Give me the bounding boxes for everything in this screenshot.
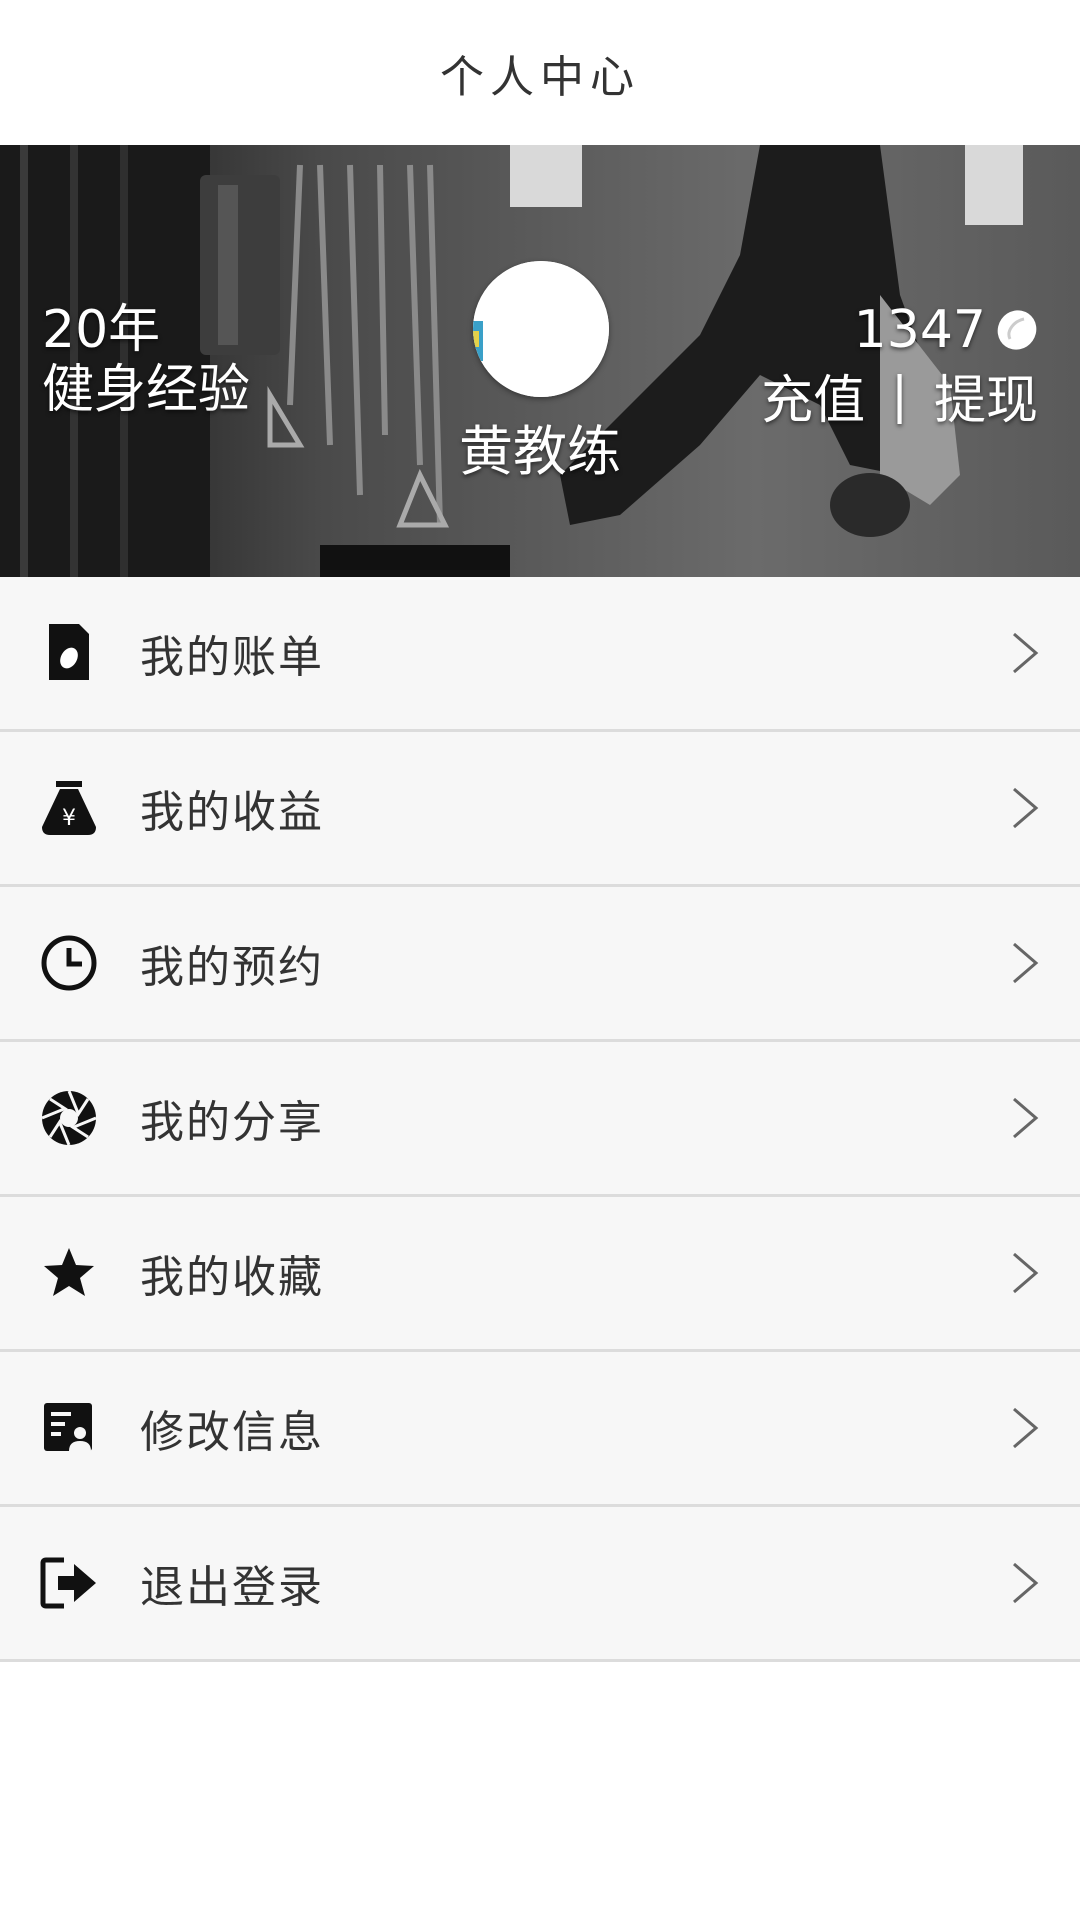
money-bag-icon: ¥ (40, 779, 98, 837)
personal-center-page: 个人中心 20年 健身经验 黄教练 1347 充值 | 提现 我的账单 ¥ 我的… (0, 0, 1080, 1920)
menu-item-edit-info[interactable]: 修改信息 (0, 1352, 1080, 1507)
chevron-right-icon (1013, 1252, 1039, 1294)
menu-item-appointments[interactable]: 我的预约 (0, 887, 1080, 1042)
menu-item-label: 退出登录 (140, 1562, 324, 1613)
profile-edit-icon (40, 1399, 98, 1457)
action-separator: | (891, 366, 908, 424)
withdraw-link[interactable]: 提现 (934, 358, 1038, 433)
experience-info: 20年 健身经验 (42, 300, 250, 420)
star-icon (40, 1244, 98, 1302)
wallet-actions: 充值 | 提现 (761, 362, 1038, 431)
clock-icon (40, 934, 98, 992)
bill-icon (40, 624, 98, 682)
menu-item-label: 我的预约 (140, 942, 324, 993)
balance-row: 1347 (761, 300, 1038, 360)
aperture-icon (40, 1089, 98, 1147)
experience-years: 20年 (42, 300, 161, 360)
avatar-image (473, 261, 609, 397)
menu-item-label: 我的账单 (140, 632, 324, 683)
top-bar: 个人中心 (0, 0, 1080, 145)
bean-coin-icon (997, 310, 1037, 350)
menu-item-earnings[interactable]: ¥ 我的收益 (0, 732, 1080, 887)
menu-item-favorites[interactable]: 我的收藏 (0, 1197, 1080, 1352)
logout-icon (40, 1554, 98, 1612)
balance-amount: 1347 (853, 300, 986, 360)
experience-label: 健身经验 (42, 360, 251, 420)
menu-item-shares[interactable]: 我的分享 (0, 1042, 1080, 1197)
menu-item-label: 我的分享 (140, 1097, 324, 1148)
svg-text:¥: ¥ (62, 806, 76, 831)
chevron-right-icon (1013, 1407, 1039, 1449)
chevron-right-icon (1013, 787, 1039, 829)
chevron-right-icon (1013, 942, 1039, 984)
avatar[interactable] (473, 261, 609, 397)
profile-banner: 20年 健身经验 黄教练 1347 充值 | 提现 (0, 145, 1080, 577)
menu-item-label: 我的收藏 (140, 1252, 324, 1303)
coach-name: 黄教练 (459, 420, 621, 483)
balance-panel: 1347 充值 | 提现 (761, 300, 1038, 431)
menu-item-label: 我的收益 (140, 787, 324, 838)
menu-item-bills[interactable]: 我的账单 (0, 577, 1080, 732)
recharge-link[interactable]: 充值 (761, 358, 865, 433)
menu-item-logout[interactable]: 退出登录 (0, 1507, 1080, 1662)
chevron-right-icon (1013, 632, 1039, 674)
page-title: 个人中心 (440, 51, 640, 103)
chevron-right-icon (1013, 1097, 1039, 1139)
menu-item-label: 修改信息 (140, 1407, 324, 1458)
chevron-right-icon (1013, 1562, 1039, 1604)
menu-list: 我的账单 ¥ 我的收益 我的预约 我的分享 我的收藏 修改信息 退出登录 (0, 577, 1080, 1662)
